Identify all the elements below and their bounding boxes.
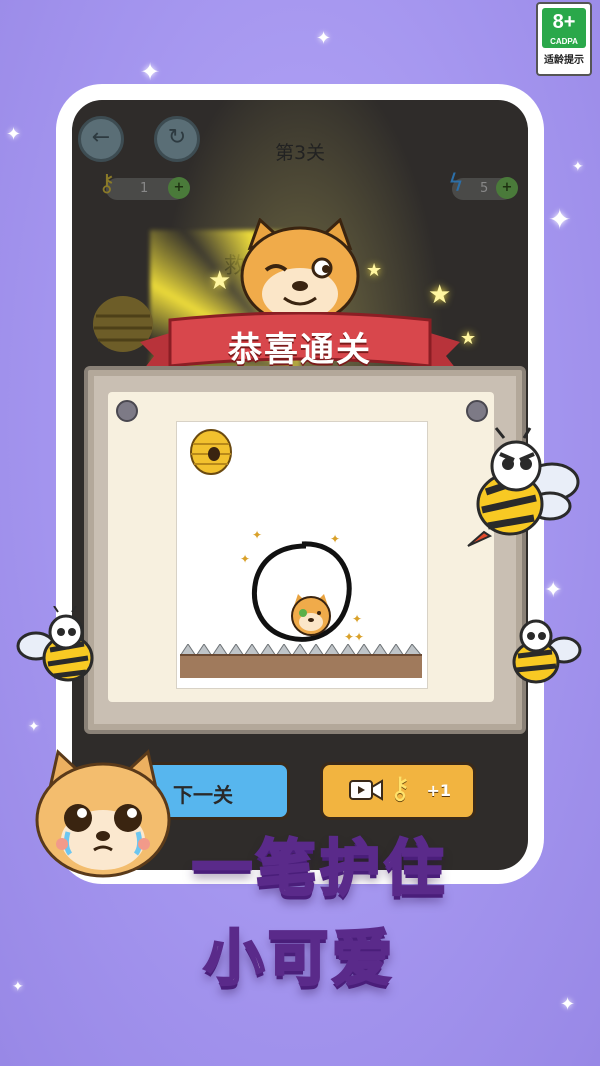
- video-camera-icon: [349, 779, 383, 801]
- level-title: 第3关: [274, 142, 326, 164]
- bee-character-right: [512, 619, 582, 684]
- small-bee-icon: ✦: [240, 552, 251, 566]
- age-rating-badge: 8+ CADPA 适龄提示: [536, 2, 592, 76]
- keys-counter: ⚷ 1 +: [98, 171, 190, 200]
- star-icon: ★: [428, 280, 452, 310]
- age-rating-org: CADPA: [542, 36, 586, 48]
- watch-video-reward-button[interactable]: ⚷ +1: [320, 762, 476, 820]
- add-keys-button[interactable]: +: [168, 177, 190, 199]
- sparkle-icon: ✦: [316, 28, 332, 49]
- energy-counter: ϟ 5 +: [448, 171, 518, 200]
- success-banner-text: 恭喜通关: [228, 330, 372, 370]
- shiba-dog-small: [291, 594, 331, 636]
- sparkle-icon: ✦: [560, 994, 576, 1015]
- bolt-icon: [466, 400, 488, 422]
- slogan-line-2: 小可爱: [203, 923, 396, 996]
- small-bee-icon: ✦: [252, 528, 263, 542]
- energy-count: 5: [480, 181, 489, 196]
- slogan-line-1: 一笔护住: [191, 833, 448, 906]
- next-level-label: 下一关: [173, 783, 233, 807]
- age-rating-hint: 适龄提示: [544, 55, 584, 66]
- sparkle-icon: ✦: [140, 58, 161, 86]
- beehive-icon: [190, 429, 232, 475]
- lightning-icon: ϟ: [448, 169, 464, 197]
- small-bee-icon: ✦: [352, 612, 363, 626]
- key-icon: ⚷: [98, 169, 116, 197]
- bolt-icon: [116, 400, 138, 422]
- add-energy-button[interactable]: +: [496, 177, 518, 199]
- sparkle-icon: ✦: [548, 203, 572, 236]
- sparkle-icon: ✦: [544, 578, 563, 603]
- video-reward-amount: +1: [426, 781, 451, 800]
- ground-strip: [180, 654, 422, 678]
- sparkle-icon: ✦: [28, 719, 40, 735]
- bee-character-large: [467, 427, 580, 547]
- keys-count: 1: [140, 181, 149, 196]
- small-bee-icon: ✦✦: [344, 630, 365, 644]
- bee-character-left: [16, 606, 94, 682]
- small-bee-icon: ✦: [330, 532, 341, 546]
- star-icon: ★: [460, 328, 477, 349]
- key-icon: ⚷: [389, 771, 411, 806]
- age-rating-value: 8+: [542, 8, 586, 36]
- star-icon: ★: [208, 266, 232, 296]
- sparkle-icon: ✦: [6, 124, 22, 145]
- sparkle-icon: ✦: [572, 159, 584, 175]
